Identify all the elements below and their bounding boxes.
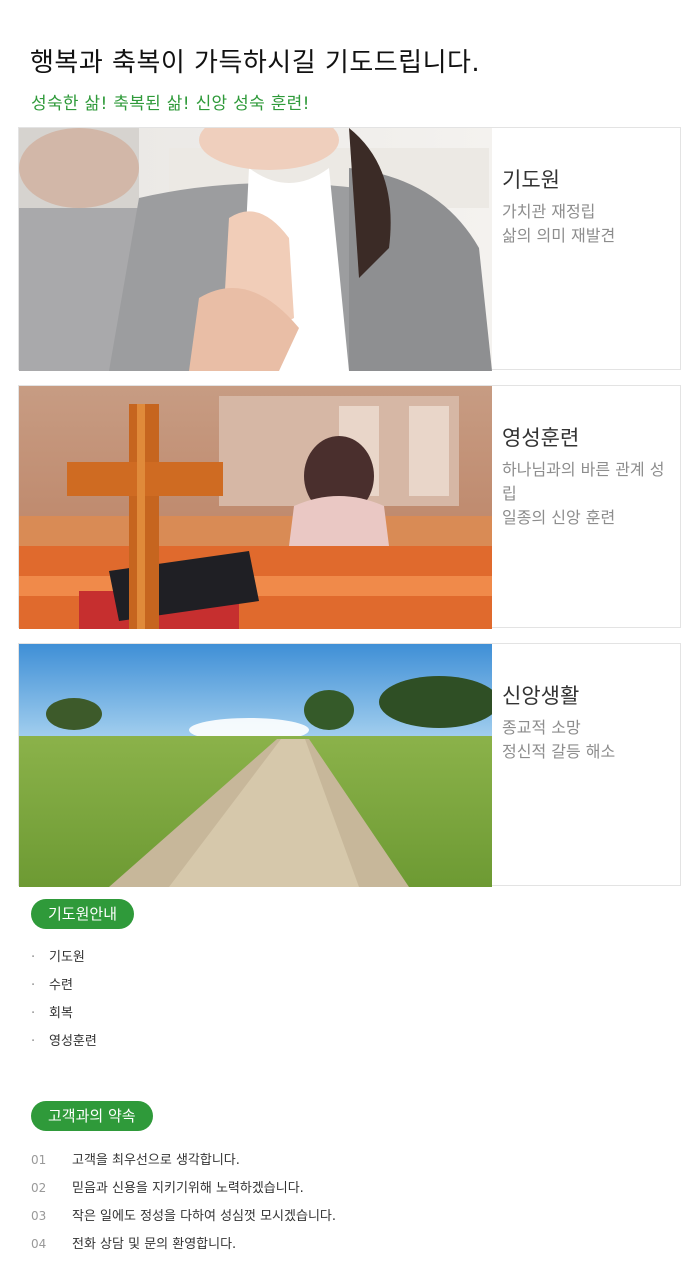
list-item[interactable]: · 영성훈련 — [31, 1028, 97, 1056]
card-line: 가치관 재정립 — [502, 202, 596, 221]
promise-item: 03 작은 일에도 정성을 다하여 성심껏 모시겠습니다. — [31, 1202, 336, 1230]
list-item-text: 회복 — [49, 1006, 73, 1021]
list-item-text: 기도원 — [49, 950, 85, 965]
promise-list: 01 고객을 최우선으로 생각합니다. 02 믿음과 신용을 지키기위해 노력하겠습… — [31, 1146, 336, 1258]
card-title: 기도원 — [502, 168, 560, 192]
card-title: 영성훈련 — [502, 426, 580, 450]
prayer-hands-photo — [19, 128, 492, 371]
promise-text: 전화 상담 및 문의 환영합니다. — [72, 1237, 237, 1252]
page-subhead: 성숙한 삶! 축복된 삶! 신앙 성숙 훈련! — [31, 94, 310, 114]
list-item[interactable]: · 수련 — [31, 972, 97, 1000]
list-item-text: 수련 — [49, 978, 73, 993]
promise-number: 01 — [31, 1153, 47, 1167]
guide-label: 기도원안내 — [31, 899, 135, 929]
card-line: 일종의 신앙 훈련 — [502, 508, 616, 527]
promise-text: 고객을 최우선으로 생각합니다. — [72, 1153, 240, 1168]
card-title: 신앙생활 — [502, 684, 580, 708]
promise-item: 02 믿음과 신용을 지키기위해 노력하겠습니다. — [31, 1174, 336, 1202]
card-line: 종교적 소망 — [502, 718, 581, 737]
card-spiritual-training[interactable]: 영성훈련 하나님과의 바른 관계 성 립 일종의 신앙 훈련 — [18, 385, 681, 629]
card-line: 립 — [502, 484, 517, 503]
card-prayer-house[interactable]: 기도원 가치관 재정립 삶의 의미 재발견 — [18, 127, 681, 371]
promise-item: 01 고객을 최우선으로 생각합니다. — [31, 1146, 336, 1174]
card-faith-life[interactable]: 신앙생활 종교적 소망 정신적 갈등 해소 — [18, 643, 681, 887]
card-text: 기도원 가치관 재정립 삶의 의미 재발견 — [502, 164, 680, 248]
promise-number: 02 — [31, 1181, 47, 1195]
promise-text: 작은 일에도 정성을 다하여 성심껏 모시겠습니다. — [72, 1209, 336, 1224]
guide-list: · 기도원 · 수련 · 회복 · 영성훈련 — [31, 944, 97, 1056]
cross-church-photo — [19, 386, 492, 629]
promise-number: 04 — [31, 1237, 47, 1251]
country-path-photo — [19, 644, 492, 887]
list-item-text: 영성훈련 — [49, 1034, 97, 1049]
card-text: 신앙생활 종교적 소망 정신적 갈등 해소 — [502, 680, 680, 764]
card-line: 삶의 의미 재발견 — [502, 226, 616, 245]
promise-number: 03 — [31, 1209, 47, 1223]
page-headline: 행복과 축복이 가득하시길 기도드립니다. — [30, 48, 481, 78]
promise-text: 믿음과 신용을 지키기위해 노력하겠습니다. — [72, 1181, 304, 1196]
card-line: 하나님과의 바른 관계 성 — [502, 460, 665, 479]
list-item[interactable]: · 기도원 — [31, 944, 97, 972]
card-line: 정신적 갈등 해소 — [502, 742, 616, 761]
list-item[interactable]: · 회복 — [31, 1000, 97, 1028]
card-text: 영성훈련 하나님과의 바른 관계 성 립 일종의 신앙 훈련 — [502, 422, 680, 530]
promise-label: 고객과의 약속 — [31, 1101, 153, 1131]
promise-item: 04 전화 상담 및 문의 환영합니다. — [31, 1230, 336, 1258]
